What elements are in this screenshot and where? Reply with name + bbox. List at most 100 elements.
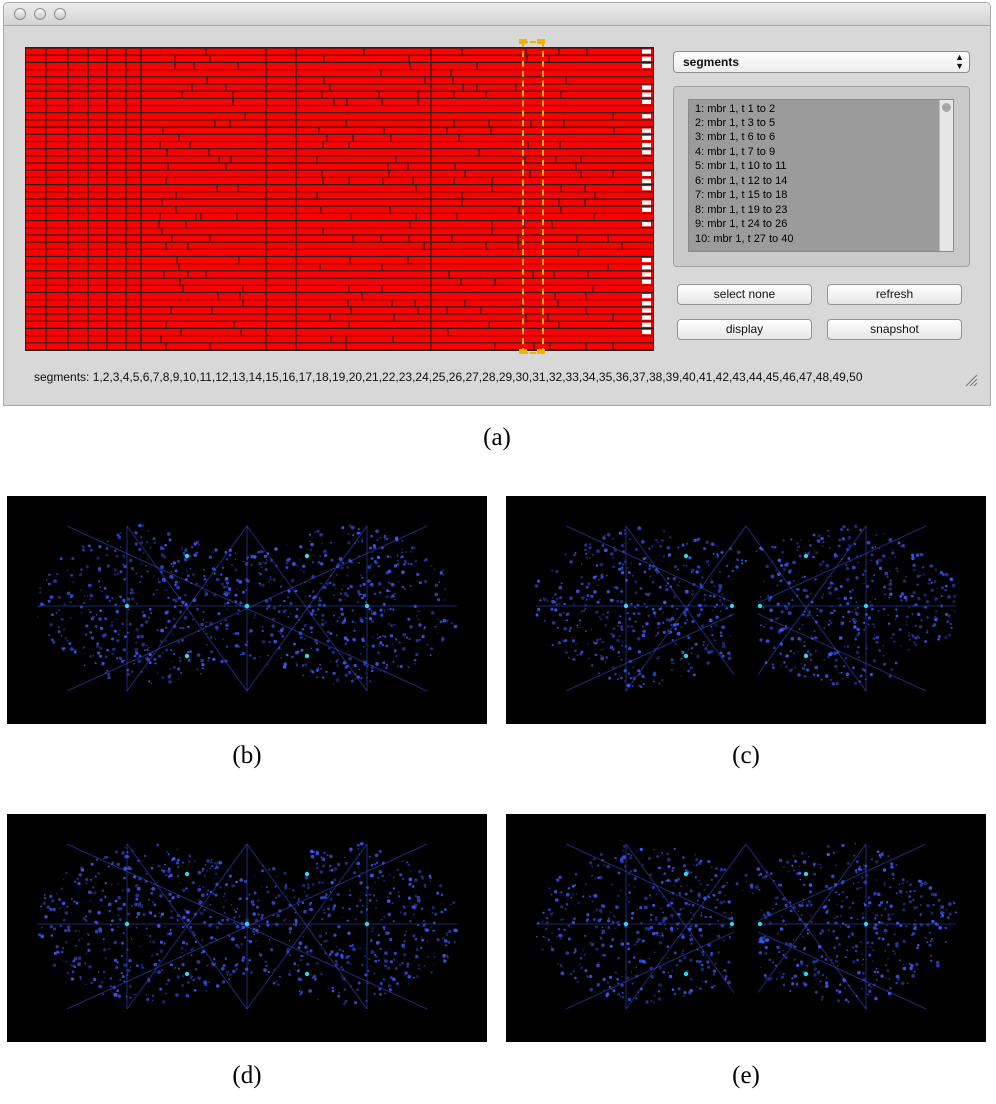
list-item[interactable]: 2: mbr 1, t 3 to 5: [695, 116, 775, 130]
list-item[interactable]: 6: mbr 1, t 12 to 14: [695, 174, 787, 188]
diffraction-spot: [344, 665, 348, 669]
display-button[interactable]: display: [677, 319, 812, 340]
diffraction-spot: [327, 630, 330, 634]
diffraction-spot: [813, 872, 816, 876]
diffraction-spot: [101, 981, 104, 984]
segment-grid[interactable]: [25, 47, 654, 351]
diffraction-spot: [800, 662, 802, 664]
diffraction-spot: [693, 673, 696, 677]
list-item[interactable]: 1: mbr 1, t 1 to 2: [695, 102, 775, 116]
selection-handle-bottom-right[interactable]: [537, 349, 545, 354]
diffraction-spot: [714, 556, 717, 558]
diffraction-spot: [842, 891, 844, 893]
diffraction-spot: [214, 637, 217, 640]
diffraction-spot: [863, 902, 865, 905]
diffraction-spot: [325, 670, 328, 674]
diffraction-spot: [242, 956, 246, 960]
diffraction-spot: [401, 860, 403, 862]
list-item[interactable]: 9: mbr 1, t 24 to 26: [695, 217, 787, 231]
diffraction-spot: [166, 932, 170, 936]
diffraction-spot: [147, 898, 151, 901]
diffraction-spot: [873, 574, 876, 576]
diffraction-spot: [390, 583, 394, 586]
diffraction-spot: [883, 928, 888, 933]
diffraction-spot: [402, 647, 406, 651]
diffraction-spot: [201, 893, 205, 898]
diffraction-spot: [554, 593, 557, 596]
diffraction-spot: [331, 986, 334, 989]
refresh-button[interactable]: refresh: [827, 284, 962, 305]
diffraction-spot: [634, 591, 638, 595]
diffraction-spot: [189, 650, 192, 654]
list-item[interactable]: 3: mbr 1, t 6 to 6: [695, 130, 775, 144]
list-item[interactable]: 4: mbr 1, t 7 to 9: [695, 145, 775, 159]
diffraction-spot: [348, 671, 352, 675]
diffraction-spot: [70, 912, 72, 914]
list-item[interactable]: 10: mbr 1, t 27 to 40: [695, 232, 793, 246]
diffraction-spot: [640, 539, 645, 544]
minimize-button[interactable]: [34, 8, 46, 20]
diffraction-spot: [83, 664, 86, 666]
selection-handle-top-left[interactable]: [519, 39, 527, 44]
close-button[interactable]: [14, 8, 26, 20]
list-scrollbar[interactable]: [939, 100, 953, 251]
view-mode-dropdown[interactable]: segments ▲ ▼: [673, 51, 970, 73]
diffraction-spot: [446, 932, 448, 935]
diffraction-spot: [322, 864, 325, 868]
selection-handle-bottom-left[interactable]: [519, 349, 527, 354]
diffraction-spot: [361, 638, 365, 643]
snapshot-button[interactable]: snapshot: [827, 319, 962, 340]
segment-list[interactable]: 1: mbr 1, t 1 to 2 2: mbr 1, t 3 to 5 3:…: [688, 99, 954, 252]
diffraction-spot: [104, 977, 106, 979]
diffraction-spot: [794, 666, 796, 668]
segment-grid-canvas[interactable]: [26, 48, 653, 350]
diffraction-spot: [599, 852, 603, 856]
diffraction-spot: [393, 951, 397, 955]
diffraction-spot: [57, 630, 61, 634]
zoom-button[interactable]: [54, 8, 66, 20]
diffraction-spot: [662, 630, 666, 634]
diffraction-spot: [95, 858, 99, 862]
diffraction-spot: [396, 982, 399, 985]
diffraction-spot: [79, 573, 83, 577]
diffraction-spot: [90, 900, 92, 902]
diffraction-spot: [361, 576, 364, 579]
resize-grip-icon[interactable]: [964, 373, 978, 387]
diffraction-spot: [859, 886, 862, 889]
diffraction-spot: [889, 904, 893, 908]
diffraction-spot: [694, 642, 698, 646]
diffraction-spot: [606, 981, 609, 984]
diffraction-spot: [611, 634, 616, 638]
diffraction-spot: [321, 542, 323, 544]
diffraction-spot: [177, 678, 180, 680]
list-item[interactable]: 8: mbr 1, t 19 to 23: [695, 203, 787, 217]
diffraction-spot: [87, 942, 90, 946]
diffraction-spot: [828, 547, 831, 549]
segment-selection-box[interactable]: [522, 41, 544, 354]
diffraction-spot: [557, 927, 561, 931]
diffraction-spot: [267, 970, 270, 974]
diffraction-spot: [372, 636, 374, 638]
diffraction-spot: [401, 551, 403, 554]
diffraction-spot: [883, 533, 885, 535]
list-item[interactable]: 5: mbr 1, t 10 to 11: [695, 159, 787, 173]
diffraction-spot: [389, 634, 394, 638]
diffraction-spot: [389, 976, 393, 980]
diffraction-spot: [413, 976, 416, 979]
scrollbar-thumb[interactable]: [942, 103, 951, 112]
diffraction-spot: [443, 959, 447, 963]
diffraction-spot: [237, 633, 240, 635]
diffraction-spot: [98, 617, 102, 621]
diffraction-spot: [812, 673, 816, 676]
diffraction-spot: [164, 639, 167, 642]
diffraction-spot: [803, 664, 806, 667]
diffraction-spot: [671, 898, 673, 901]
diffraction-spot: [588, 974, 593, 979]
selection-handle-top-right[interactable]: [537, 39, 545, 44]
diffraction-spot: [187, 625, 190, 629]
diffraction-spot: [803, 883, 806, 887]
select-none-button[interactable]: select none: [677, 284, 812, 305]
diffraction-spot: [119, 918, 122, 921]
diffraction-spot: [116, 961, 119, 964]
list-item[interactable]: 7: mbr 1, t 15 to 18: [695, 188, 787, 202]
